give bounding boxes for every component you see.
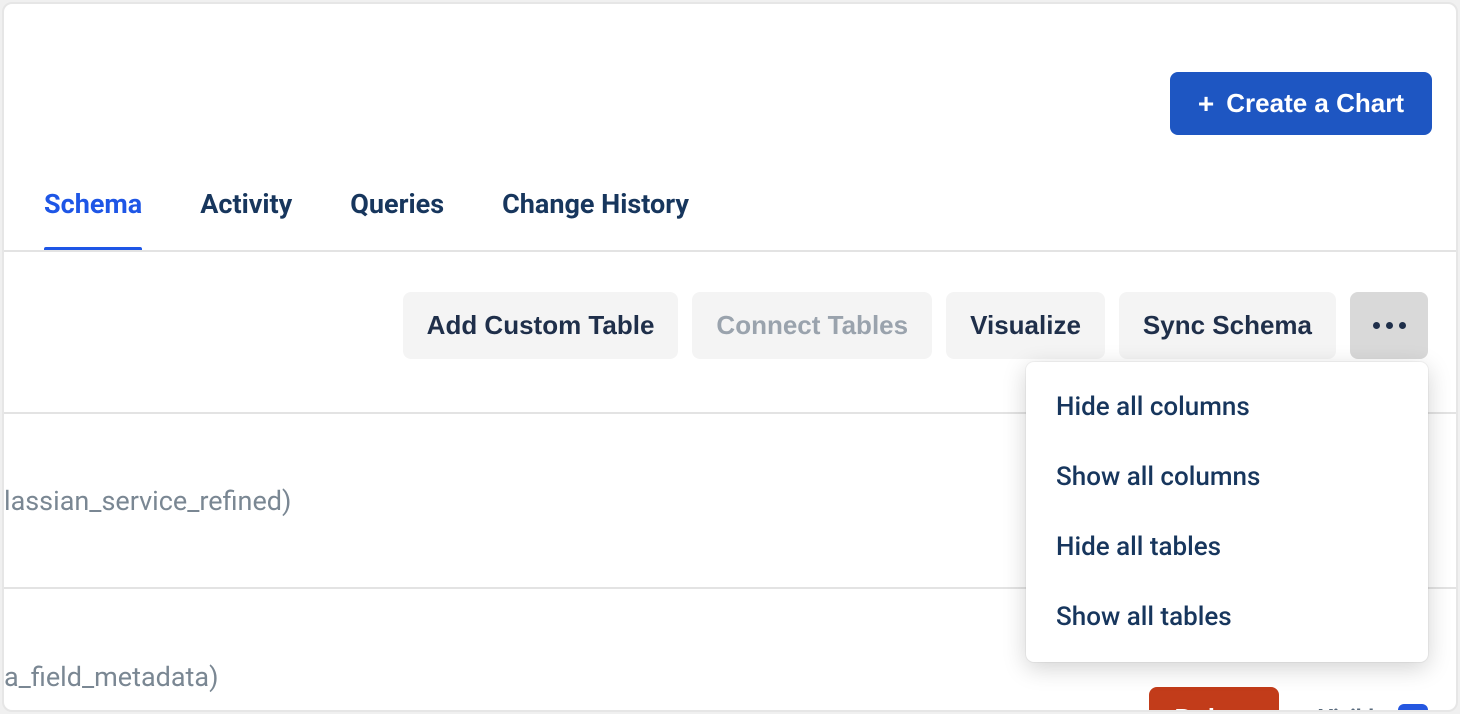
button-label: Delete <box>1175 703 1253 712</box>
menu-item-show-all-tables[interactable]: Show all tables <box>1026 582 1428 652</box>
tab-divider <box>4 250 1456 252</box>
visualize-button[interactable]: Visualize <box>946 292 1105 359</box>
tab-label: Queries <box>350 188 444 220</box>
check-icon <box>1403 709 1423 713</box>
visible-checkbox[interactable] <box>1398 704 1428 713</box>
more-menu-dropdown: Hide all columns Show all columns Hide a… <box>1026 362 1428 662</box>
schema-toolbar: Add Custom Table Connect Tables Visualiz… <box>403 292 1428 359</box>
tab-activity[interactable]: Activity <box>200 188 292 252</box>
plus-icon: + <box>1198 90 1214 118</box>
tabs: Schema Activity Queries Change History <box>44 188 689 252</box>
visible-label: Visible <box>1319 706 1386 712</box>
menu-item-label: Hide all tables <box>1056 532 1221 562</box>
delete-button[interactable]: Delete <box>1149 687 1279 712</box>
create-chart-label: Create a Chart <box>1226 88 1404 119</box>
menu-item-show-all-columns[interactable]: Show all columns <box>1026 442 1428 512</box>
button-label: Visualize <box>970 310 1081 340</box>
table-name-fragment: a_field_metadata) <box>4 661 218 693</box>
tab-label: Schema <box>44 188 142 220</box>
visible-toggle: Visible <box>1319 704 1428 713</box>
add-custom-table-button[interactable]: Add Custom Table <box>403 292 679 359</box>
connect-tables-button[interactable]: Connect Tables <box>692 292 932 359</box>
row-actions: Delete Visible <box>1149 687 1428 712</box>
button-label: Add Custom Table <box>427 310 655 340</box>
sync-schema-button[interactable]: Sync Schema <box>1119 292 1336 359</box>
button-label: Connect Tables <box>716 310 908 340</box>
menu-item-hide-all-columns[interactable]: Hide all columns <box>1026 372 1428 442</box>
create-chart-button[interactable]: + Create a Chart <box>1170 72 1432 135</box>
menu-item-label: Hide all columns <box>1056 392 1250 422</box>
tab-queries[interactable]: Queries <box>350 188 444 252</box>
more-menu-button[interactable] <box>1350 292 1428 359</box>
top-actions: + Create a Chart <box>1170 72 1432 135</box>
menu-item-label: Show all tables <box>1056 602 1232 632</box>
ellipsis-icon <box>1373 322 1406 329</box>
tab-change-history[interactable]: Change History <box>502 188 689 252</box>
main-panel: + Create a Chart Schema Activity Queries… <box>2 2 1458 712</box>
menu-item-hide-all-tables[interactable]: Hide all tables <box>1026 512 1428 582</box>
button-label: Sync Schema <box>1143 310 1312 340</box>
menu-item-label: Show all columns <box>1056 462 1260 492</box>
table-name-fragment: lassian_service_refined) <box>4 485 291 517</box>
tab-label: Change History <box>502 188 689 220</box>
tab-schema[interactable]: Schema <box>44 188 142 252</box>
tab-label: Activity <box>200 188 292 220</box>
